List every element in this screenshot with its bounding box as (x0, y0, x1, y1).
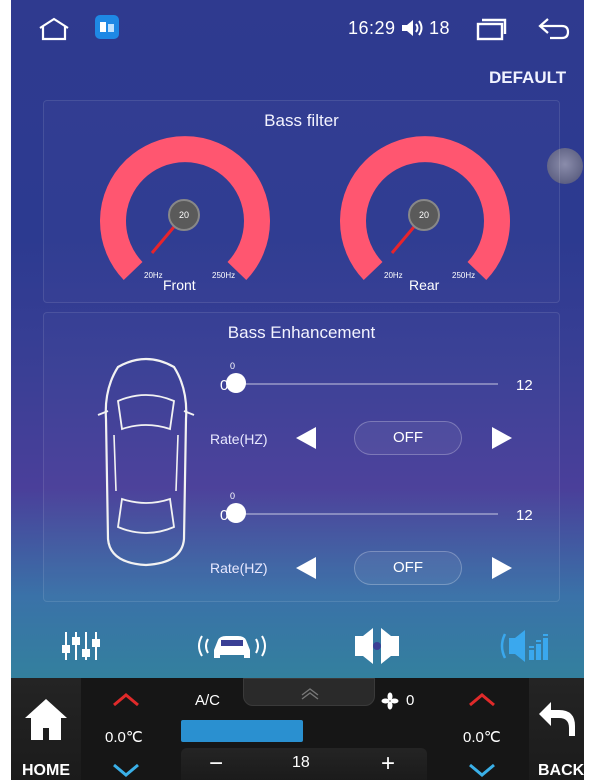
fan-speed-value: 18 (292, 754, 310, 771)
rear-gauge-label: Rear (409, 277, 440, 293)
front-rate-label: Rate(HZ) (210, 431, 268, 447)
home-label[interactable]: HOME (22, 762, 70, 780)
equalizer-icon[interactable] (62, 628, 106, 664)
fan-value: 0 (406, 692, 415, 709)
home-icon[interactable] (23, 696, 69, 744)
rear-rate-left-icon[interactable] (294, 555, 320, 581)
volume-icon[interactable] (400, 17, 426, 39)
front-bass-slider-knob[interactable] (226, 373, 246, 393)
recent-apps-icon[interactable] (475, 17, 507, 41)
app-logo-icon[interactable] (95, 15, 119, 39)
bass-filter-title: Bass filter (264, 111, 339, 130)
fan-plus-button[interactable]: + (381, 750, 395, 778)
ac-label[interactable]: A/C (195, 692, 220, 709)
rear-bass-filter-gauge[interactable]: 20 20Hz 250Hz Rear (340, 135, 510, 293)
climate-control-bar: HOME 0.0℃ A/C 0 − 18 + 0.0℃ BACK (11, 678, 584, 780)
rear-bass-max: 12 (516, 507, 533, 524)
rear-rate-value-button[interactable]: OFF (354, 551, 462, 585)
rear-bass-level-value: 0 (230, 491, 236, 501)
ac-temperature-bar[interactable] (181, 720, 303, 742)
status-bar: 16:29 18 (11, 0, 584, 58)
right-temp-up-icon[interactable] (467, 692, 497, 708)
front-gauge-value: 20 (168, 199, 200, 231)
car-surround-icon[interactable] (194, 628, 270, 664)
left-temperature: 0.0℃ (105, 729, 143, 746)
rear-gauge-value: 20 (408, 199, 440, 231)
climate-handle[interactable] (243, 678, 375, 706)
right-temp-down-icon[interactable] (467, 762, 497, 778)
bass-enhancement-title: Bass Enhancement (227, 323, 376, 342)
front-rate-left-icon[interactable] (294, 425, 320, 451)
bass-filter-panel: Bass filter 20 20Hz 250Hz Front 20 20Hz … (43, 100, 560, 303)
home-outline-icon[interactable] (37, 16, 71, 42)
back-arrow-icon[interactable] (536, 15, 572, 41)
front-bass-slider-track[interactable] (236, 383, 498, 385)
front-gauge-min: 20Hz (144, 271, 163, 280)
audio-settings-screen: 16:29 18 DEFAULT Bass filter 20 20Hz 250… (11, 0, 584, 678)
rear-bass-slider-knob[interactable] (226, 503, 246, 523)
front-bass-filter-gauge[interactable]: 20 20Hz 250Hz Front (100, 135, 270, 293)
bass-speaker-icon[interactable] (495, 626, 553, 666)
balance-icon[interactable] (351, 626, 403, 666)
rear-rate-right-icon[interactable] (488, 555, 514, 581)
front-gauge-label: Front (163, 277, 196, 293)
right-temperature: 0.0℃ (463, 729, 501, 746)
left-temp-down-icon[interactable] (111, 762, 141, 778)
rear-gauge-min: 20Hz (384, 271, 403, 280)
audio-tab-bar (11, 614, 584, 678)
back-icon[interactable] (537, 698, 577, 740)
car-top-view-icon (97, 357, 195, 567)
volume-level: 18 (429, 18, 451, 38)
fan-minus-button[interactable]: − (209, 750, 223, 778)
rear-bass-slider-track[interactable] (236, 513, 498, 515)
front-bass-level-value: 0 (230, 361, 236, 371)
front-bass-max: 12 (516, 377, 533, 394)
clock: 16:29 (348, 18, 396, 38)
rear-gauge-max: 250Hz (452, 271, 476, 280)
default-button[interactable]: DEFAULT (489, 68, 566, 88)
front-gauge-max: 250Hz (212, 271, 236, 280)
front-rate-value-button[interactable]: OFF (354, 421, 462, 455)
rear-rate-label: Rate(HZ) (210, 560, 268, 576)
fan-icon[interactable] (381, 692, 399, 710)
back-label[interactable]: BACK (538, 762, 584, 780)
front-rate-right-icon[interactable] (488, 425, 514, 451)
left-temp-up-icon[interactable] (111, 692, 141, 708)
bass-enhancement-panel: Bass Enhancement 0 0 12 Rate(HZ) OFF 0 0… (43, 312, 560, 602)
